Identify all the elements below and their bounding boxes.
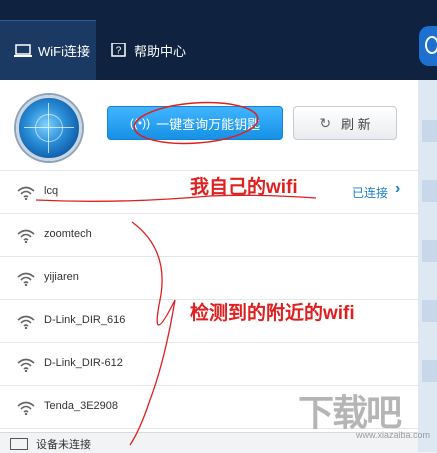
wifi-ssid: D-Link_DIR_616 — [44, 314, 126, 326]
wifi-list-item[interactable]: D-Link_DIR-612 — [0, 342, 418, 385]
tab-label: WiFi连接 — [38, 44, 90, 59]
device-status: 设备未连接 — [36, 439, 91, 451]
wifi-ssid: zoomtech — [44, 228, 92, 240]
title-bar: WiFi连接 ? 帮助中心 — [0, 0, 437, 80]
wifi-ssid: yijiaren — [44, 271, 79, 283]
wifi-signal-icon: ((•)) — [129, 116, 151, 130]
wifi-ssid: lcq — [44, 185, 59, 197]
tab-wifi-connect[interactable]: WiFi连接 — [0, 20, 96, 80]
wifi-list-item[interactable]: zoomtech — [0, 213, 418, 256]
refresh-button[interactable]: ↻ 刷 新 — [293, 106, 397, 140]
tab-help-center[interactable]: ? 帮助中心 — [96, 20, 216, 80]
connected-status: 已连接 — [352, 186, 389, 200]
device-icon — [10, 438, 28, 450]
annotation-own-wifi: 我自己的wifi — [190, 177, 298, 198]
wifi-icon — [17, 272, 35, 286]
wifi-icon — [17, 315, 35, 329]
wifi-list-item[interactable]: yijiaren — [0, 256, 418, 299]
refresh-icon: ↻ — [319, 114, 332, 131]
radar-scan-icon — [16, 95, 82, 161]
wifi-ssid: Tenda_3E2908 — [44, 400, 119, 412]
question-icon: ? — [111, 43, 126, 57]
annotation-nearby-wifi: 检测到的附近的wifi — [190, 303, 355, 324]
wifi-icon — [17, 358, 35, 372]
tab-label: 帮助中心 — [134, 43, 187, 59]
wifi-ssid: D-Link_DIR-612 — [44, 357, 123, 369]
wifi-icon — [17, 401, 35, 415]
wifi-icon — [17, 229, 35, 243]
app-logo-icon — [419, 26, 437, 66]
chevron-right-icon[interactable]: › — [395, 180, 400, 198]
laptop-icon — [14, 43, 32, 57]
one-click-query-button[interactable]: ((•)) 一键查询万能钥匙 — [107, 106, 283, 140]
svg-text:?: ? — [116, 46, 122, 57]
wifi-icon — [17, 186, 35, 200]
watermark-url: www.xiazaiba.com — [356, 430, 431, 440]
